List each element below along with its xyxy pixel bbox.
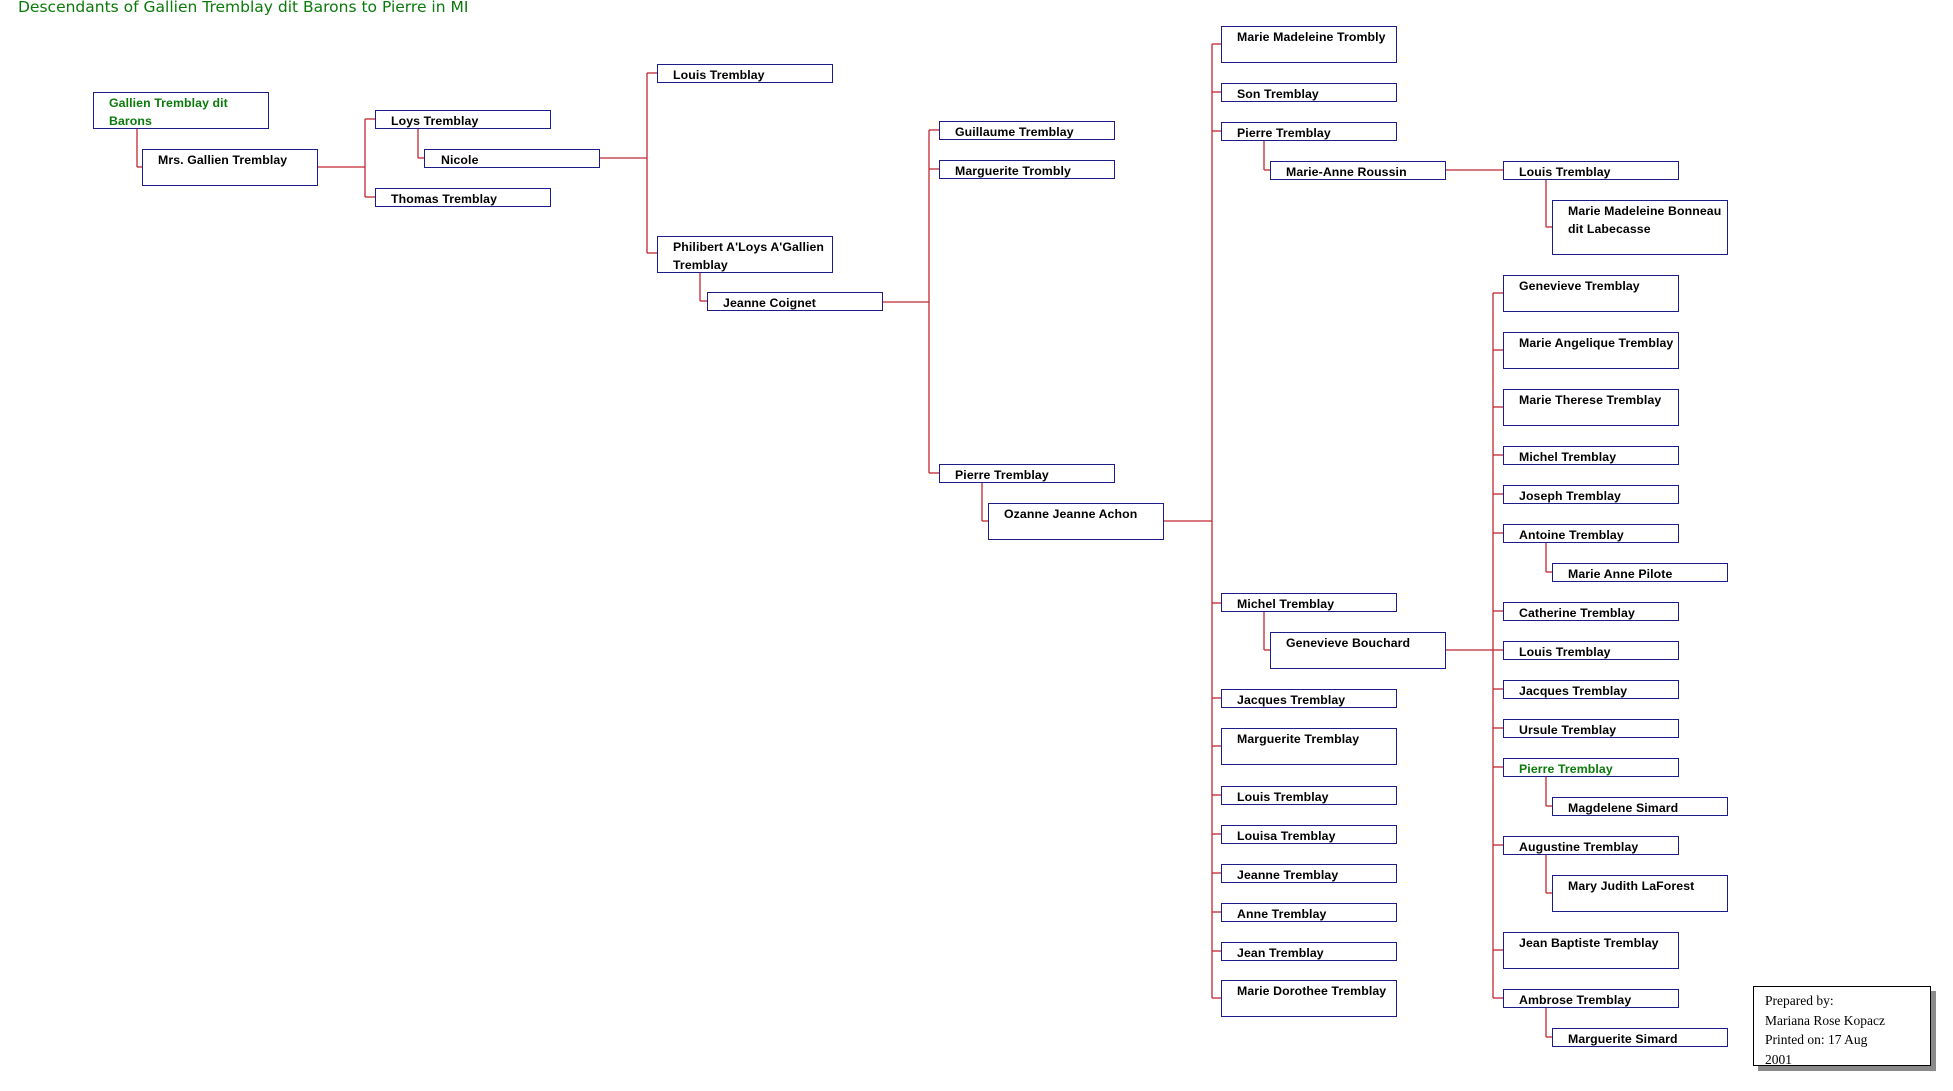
printed-on-label: Printed on: 17 Aug <box>1765 1032 1868 1047</box>
spouse-box-jeanne-coignet[interactable]: Jeanne Coignet <box>707 292 883 311</box>
person-box-loys-tremblay[interactable]: Loys Tremblay <box>375 110 551 129</box>
person-box-genevieve-tremblay[interactable]: Genevieve Tremblay <box>1503 275 1679 312</box>
person-box-catherine-tremblay[interactable]: Catherine Tremblay <box>1503 602 1679 621</box>
person-box-marguerite-trombly[interactable]: Marguerite Trombly <box>939 160 1115 179</box>
person-box-ursule-tremblay[interactable]: Ursule Tremblay <box>1503 719 1679 738</box>
person-box-son-tremblay[interactable]: Son Tremblay <box>1221 83 1397 102</box>
person-box-marguerite-tremblay[interactable]: Marguerite Tremblay <box>1221 728 1397 765</box>
person-box-louis-tremblay-g5[interactable]: Louis Tremblay <box>1221 786 1397 805</box>
person-box-augustine-tremblay[interactable]: Augustine Tremblay <box>1503 836 1679 855</box>
prepared-by-note: Prepared by: Mariana Rose Kopacz Printed… <box>1753 986 1931 1067</box>
person-box-jean-tremblay[interactable]: Jean Tremblay <box>1221 942 1397 961</box>
person-box-guillaume-tremblay[interactable]: Guillaume Tremblay <box>939 121 1115 140</box>
person-box-pierre-tremblay-g6[interactable]: Pierre Tremblay <box>1503 758 1679 777</box>
person-box-louis-tremblay-g6b[interactable]: Louis Tremblay <box>1503 641 1679 660</box>
person-box-jacques-tremblay-g6[interactable]: Jacques Tremblay <box>1503 680 1679 699</box>
spouse-box-marie-anne-roussin[interactable]: Marie-Anne Roussin <box>1270 161 1446 180</box>
person-box-thomas-tremblay[interactable]: Thomas Tremblay <box>375 188 551 207</box>
spouse-box-magdelene-simard[interactable]: Magdelene Simard <box>1552 797 1728 816</box>
person-box-marie-madeleine-trombly[interactable]: Marie Madeleine Trombly <box>1221 26 1397 63</box>
person-box-jean-baptiste-tremblay[interactable]: Jean Baptiste Tremblay <box>1503 932 1679 969</box>
person-box-anne-tremblay[interactable]: Anne Tremblay <box>1221 903 1397 922</box>
person-box-jeanne-tremblay[interactable]: Jeanne Tremblay <box>1221 864 1397 883</box>
person-box-jacques-tremblay-g5[interactable]: Jacques Tremblay <box>1221 689 1397 708</box>
spouse-box-mary-judith-laforest[interactable]: Mary Judith LaForest <box>1552 875 1728 912</box>
preparer-name: Mariana Rose Kopacz <box>1765 1012 1885 1028</box>
person-box-gallien-tremblay-dit-barons[interactable]: Gallien Tremblay dit Barons <box>93 92 269 129</box>
person-box-marie-angelique-tremblay[interactable]: Marie Angelique Tremblay <box>1503 332 1679 369</box>
person-box-michel-tremblay-g5[interactable]: Michel Tremblay <box>1221 593 1397 612</box>
prepared-by-label: Prepared by: <box>1765 993 1834 1008</box>
printed-on-year: 2001 <box>1765 1051 1792 1067</box>
spouse-box-genevieve-bouchard[interactable]: Genevieve Bouchard <box>1270 632 1446 669</box>
person-box-joseph-tremblay[interactable]: Joseph Tremblay <box>1503 485 1679 504</box>
person-box-ambrose-tremblay[interactable]: Ambrose Tremblay <box>1503 989 1679 1008</box>
person-box-pierre-tremblay-g5[interactable]: Pierre Tremblay <box>1221 122 1397 141</box>
person-box-louis-tremblay-g6a[interactable]: Louis Tremblay <box>1503 161 1679 180</box>
spouse-box-marguerite-simard[interactable]: Marguerite Simard <box>1552 1028 1728 1047</box>
person-box-louis-tremblay-g3[interactable]: Louis Tremblay <box>657 64 833 83</box>
spouse-box-mrs-gallien-tremblay[interactable]: Mrs. Gallien Tremblay <box>142 149 318 186</box>
person-box-pierre-tremblay-g4[interactable]: Pierre Tremblay <box>939 464 1115 483</box>
spouse-box-marie-madeleine-bonneau-dit-labecasse[interactable]: Marie Madeleine Bonneau dit Labecasse <box>1552 200 1728 255</box>
spouse-box-marie-anne-pilote[interactable]: Marie Anne Pilote <box>1552 563 1728 582</box>
person-box-marie-dorothee-tremblay[interactable]: Marie Dorothee Tremblay <box>1221 980 1397 1017</box>
person-box-philibert-aloys-agallien-tremblay[interactable]: Philibert A'Loys A'Gallien Tremblay <box>657 236 833 273</box>
person-box-louisa-tremblay[interactable]: Louisa Tremblay <box>1221 825 1397 844</box>
person-box-marie-therese-tremblay[interactable]: Marie Therese Tremblay <box>1503 389 1679 426</box>
person-box-antoine-tremblay[interactable]: Antoine Tremblay <box>1503 524 1679 543</box>
spouse-box-nicole[interactable]: Nicole <box>424 149 600 168</box>
person-box-michel-tremblay-g6[interactable]: Michel Tremblay <box>1503 446 1679 465</box>
spouse-box-ozanne-jeanne-achon[interactable]: Ozanne Jeanne Achon <box>988 503 1164 540</box>
